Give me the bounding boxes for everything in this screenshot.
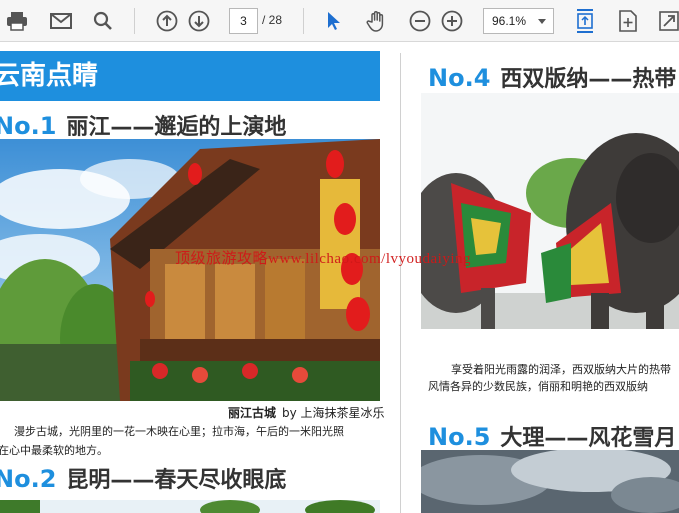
photo-caption: 丽江古城 by 上海抹茶星冰乐 <box>228 404 385 421</box>
search-icon[interactable] <box>90 7 116 35</box>
email-icon[interactable] <box>48 7 74 35</box>
heading-no2: No.2 昆明——春天尽收眼底 <box>0 462 286 494</box>
heading-title: 昆明——春天尽收眼底 <box>66 468 287 493</box>
toolbar-separator <box>303 8 304 34</box>
paragraph-line: 漫步古城，光阴里的一花一木映在心里；拉市海，午后的一米阳光照 <box>14 425 344 438</box>
watermark-text: 顶级旅游攻略www.lilchao.com/lvyoudaiying <box>175 251 471 267</box>
page-total: / 28 <box>262 13 283 27</box>
lijiang-photo <box>0 139 380 401</box>
zoom-value: 96.1% <box>492 14 527 28</box>
fullscreen-icon[interactable] <box>657 7 679 35</box>
section-banner: 云南点睛 <box>0 51 380 101</box>
document-view[interactable]: 云南点睛 No.1 丽江——邂逅的上演地 丽江古城 by 上海抹茶星冰乐 漫步古… <box>0 43 679 513</box>
caption-credit: by 上海抹茶星冰乐 <box>282 406 385 420</box>
dali-photo <box>421 450 679 513</box>
heading-title: 大理——风花雪月 <box>500 426 677 451</box>
rotate-icon[interactable] <box>615 7 641 35</box>
print-icon[interactable] <box>4 7 30 35</box>
heading-number: No.2 <box>0 465 57 493</box>
chevron-down-icon <box>538 19 546 24</box>
toolbar: 3 / 28 96.1% <box>0 0 679 42</box>
heading-no1: No.1 丽江——邂逅的上演地 <box>0 109 286 141</box>
select-cursor-icon[interactable] <box>322 7 346 35</box>
heading-no5: No.5 大理——风花雪月 <box>428 420 676 452</box>
zoom-in-icon[interactable] <box>440 7 464 35</box>
fit-page-icon[interactable] <box>572 7 598 35</box>
caption-title: 丽江古城 <box>228 406 277 420</box>
heading-number: No.1 <box>0 112 57 140</box>
heading-no4: No.4 西双版纳——热带 <box>428 61 676 93</box>
heading-number: No.4 <box>428 64 491 92</box>
toolbar-separator <box>134 8 135 34</box>
page-number-input[interactable]: 3 <box>229 8 258 34</box>
heading-title: 西双版纳——热带 <box>500 67 677 92</box>
heading-number: No.5 <box>428 423 491 451</box>
zoom-select[interactable]: 96.1% <box>483 8 554 34</box>
hand-tool-icon[interactable] <box>364 7 390 35</box>
heading-title: 丽江——邂逅的上演地 <box>66 115 287 140</box>
elephant-photo <box>421 93 679 329</box>
paragraph-line: 在心中最柔软的地方。 <box>0 444 108 457</box>
next-page-icon[interactable] <box>186 7 212 35</box>
prev-page-icon[interactable] <box>154 7 180 35</box>
paragraph-line: 风情各异的少数民族，俏丽和明艳的西双版纳 <box>428 380 648 393</box>
zoom-out-icon[interactable] <box>408 7 432 35</box>
kunming-photo <box>0 499 380 513</box>
page-divider <box>400 53 401 513</box>
